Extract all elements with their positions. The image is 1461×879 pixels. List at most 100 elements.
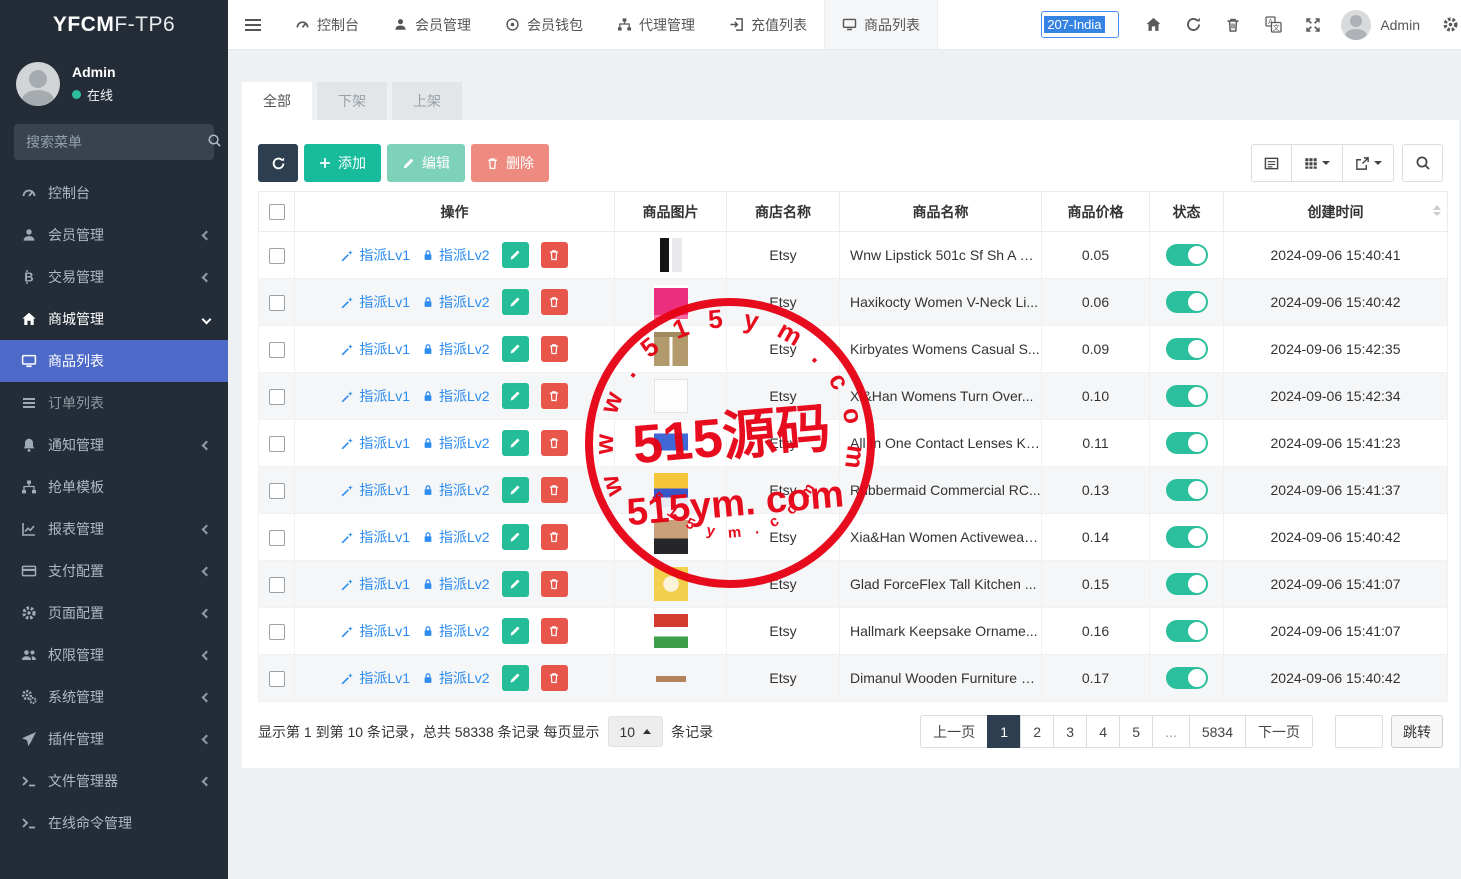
assign-lv2-link[interactable]: 指派Lv2 bbox=[422, 621, 490, 641]
assign-lv1-link[interactable]: 指派Lv1 bbox=[341, 433, 410, 453]
assign-lv1-link[interactable]: 指派Lv1 bbox=[341, 292, 410, 312]
sidebar-item-page-config[interactable]: 页面配置 bbox=[0, 592, 228, 634]
row-edit-button[interactable] bbox=[501, 571, 529, 597]
assign-lv1-link[interactable]: 指派Lv1 bbox=[341, 621, 410, 641]
row-edit-button[interactable] bbox=[501, 665, 529, 691]
home-icon[interactable] bbox=[1133, 0, 1173, 50]
page-button-4[interactable]: 4 bbox=[1086, 715, 1121, 748]
sidebar-item-system[interactable]: 系统管理 bbox=[0, 676, 228, 718]
assign-lv2-link[interactable]: 指派Lv2 bbox=[422, 668, 490, 688]
refresh-button[interactable] bbox=[258, 144, 298, 182]
page-button-2[interactable]: 2 bbox=[1020, 715, 1055, 748]
sidebar-item-order-list[interactable]: 订单列表 bbox=[0, 382, 228, 424]
assign-lv1-link[interactable]: 指派Lv1 bbox=[341, 339, 410, 359]
sidebar-item-plugins[interactable]: 插件管理 bbox=[0, 718, 228, 760]
trash-icon[interactable] bbox=[1213, 0, 1253, 50]
status-toggle[interactable] bbox=[1165, 432, 1208, 454]
row-checkbox[interactable] bbox=[268, 623, 285, 640]
add-button[interactable]: 添加 bbox=[304, 144, 381, 182]
language-icon[interactable]: A文 bbox=[1253, 0, 1293, 50]
assign-lv2-link[interactable]: 指派Lv2 bbox=[422, 339, 490, 359]
row-delete-button[interactable] bbox=[540, 477, 568, 503]
row-edit-button[interactable] bbox=[501, 430, 529, 456]
table-search-button[interactable] bbox=[1402, 144, 1443, 182]
tab-off-shelf[interactable]: 下架 bbox=[317, 82, 387, 120]
status-toggle[interactable] bbox=[1165, 479, 1208, 501]
page-size-select[interactable]: 10 bbox=[607, 716, 664, 747]
edit-button[interactable]: 编辑 bbox=[387, 144, 465, 182]
sidebar-item-notifications[interactable]: 通知管理 bbox=[0, 424, 228, 466]
row-delete-button[interactable] bbox=[540, 618, 568, 644]
assign-lv2-link[interactable]: 指派Lv2 bbox=[422, 245, 490, 265]
page-ellipsis[interactable]: ... bbox=[1152, 715, 1190, 748]
sidebar-item-members[interactable]: 会员管理 bbox=[0, 214, 228, 256]
topnav-dashboard[interactable]: 控制台 bbox=[278, 0, 376, 49]
row-edit-button[interactable] bbox=[501, 524, 529, 550]
page-button-5[interactable]: 5 bbox=[1119, 715, 1154, 748]
row-edit-button[interactable] bbox=[501, 618, 529, 644]
sidebar-item-reports[interactable]: 报表管理 bbox=[0, 508, 228, 550]
topnav-members[interactable]: 会员管理 bbox=[376, 0, 488, 49]
row-delete-button[interactable] bbox=[540, 571, 568, 597]
jump-page-input[interactable] bbox=[1335, 715, 1383, 748]
sidebar-item-file-manager[interactable]: 文件管理器 bbox=[0, 760, 228, 802]
sidebar-search-input[interactable] bbox=[26, 134, 207, 150]
status-toggle[interactable] bbox=[1165, 338, 1208, 360]
row-delete-button[interactable] bbox=[540, 289, 568, 315]
row-checkbox[interactable] bbox=[268, 482, 285, 499]
admin-avatar[interactable] bbox=[1341, 9, 1372, 40]
columns-dropdown-button[interactable] bbox=[1291, 144, 1343, 182]
sidebar-item-dashboard[interactable]: 控制台 bbox=[0, 172, 228, 214]
row-checkbox[interactable] bbox=[268, 435, 285, 452]
tab-on-shelf[interactable]: 上架 bbox=[392, 82, 462, 120]
region-input[interactable]: 207-India bbox=[1041, 11, 1120, 38]
page-button-1[interactable]: 1 bbox=[987, 715, 1022, 748]
assign-lv1-link[interactable]: 指派Lv1 bbox=[341, 574, 410, 594]
sidebar-toggle-button[interactable] bbox=[228, 0, 278, 49]
status-toggle[interactable] bbox=[1165, 620, 1208, 642]
header-created[interactable]: 创建时间 bbox=[1223, 191, 1448, 232]
status-toggle[interactable] bbox=[1165, 244, 1208, 266]
row-delete-button[interactable] bbox=[540, 336, 568, 362]
row-checkbox[interactable] bbox=[268, 247, 285, 264]
row-checkbox[interactable] bbox=[268, 388, 285, 405]
page-button-5834[interactable]: 5834 bbox=[1188, 715, 1246, 748]
jump-button[interactable]: 跳转 bbox=[1391, 715, 1443, 748]
status-toggle[interactable] bbox=[1165, 573, 1208, 595]
row-delete-button[interactable] bbox=[540, 383, 568, 409]
sidebar-item-mall[interactable]: 商城管理 bbox=[0, 298, 228, 340]
export-dropdown-button[interactable] bbox=[1342, 144, 1394, 182]
assign-lv2-link[interactable]: 指派Lv2 bbox=[422, 574, 490, 594]
next-page-button[interactable]: 下一页 bbox=[1245, 715, 1313, 748]
sidebar-item-online-command[interactable]: 在线命令管理 bbox=[0, 802, 228, 844]
assign-lv2-link[interactable]: 指派Lv2 bbox=[422, 527, 490, 547]
row-checkbox[interactable] bbox=[268, 576, 285, 593]
row-checkbox[interactable] bbox=[268, 670, 285, 687]
row-checkbox[interactable] bbox=[268, 294, 285, 311]
prev-page-button[interactable]: 上一页 bbox=[920, 715, 989, 748]
admin-name[interactable]: Admin bbox=[1380, 17, 1420, 33]
sidebar-item-order-template[interactable]: 抢单模板 bbox=[0, 466, 228, 508]
row-checkbox[interactable] bbox=[268, 341, 285, 358]
detail-view-icon[interactable] bbox=[1251, 144, 1292, 182]
sidebar-item-permissions[interactable]: 权限管理 bbox=[0, 634, 228, 676]
assign-lv2-link[interactable]: 指派Lv2 bbox=[422, 292, 490, 312]
assign-lv1-link[interactable]: 指派Lv1 bbox=[341, 480, 410, 500]
tab-all[interactable]: 全部 bbox=[242, 82, 312, 120]
status-toggle[interactable] bbox=[1165, 291, 1208, 313]
select-all-checkbox[interactable] bbox=[268, 204, 285, 221]
assign-lv1-link[interactable]: 指派Lv1 bbox=[341, 245, 410, 265]
assign-lv2-link[interactable]: 指派Lv2 bbox=[422, 433, 490, 453]
status-toggle[interactable] bbox=[1165, 385, 1208, 407]
sidebar-item-trades[interactable]: B 交易管理 bbox=[0, 256, 228, 298]
settings-gear-icon[interactable] bbox=[1430, 0, 1461, 50]
row-edit-button[interactable] bbox=[501, 289, 529, 315]
assign-lv1-link[interactable]: 指派Lv1 bbox=[341, 668, 410, 688]
refresh-icon[interactable] bbox=[1173, 0, 1213, 50]
row-edit-button[interactable] bbox=[501, 477, 529, 503]
assign-lv2-link[interactable]: 指派Lv2 bbox=[422, 386, 490, 406]
delete-button[interactable]: 删除 bbox=[471, 144, 549, 182]
topnav-recharge-list[interactable]: 充值列表 bbox=[712, 0, 824, 49]
topnav-agents[interactable]: 代理管理 bbox=[600, 0, 712, 49]
row-delete-button[interactable] bbox=[540, 665, 568, 691]
